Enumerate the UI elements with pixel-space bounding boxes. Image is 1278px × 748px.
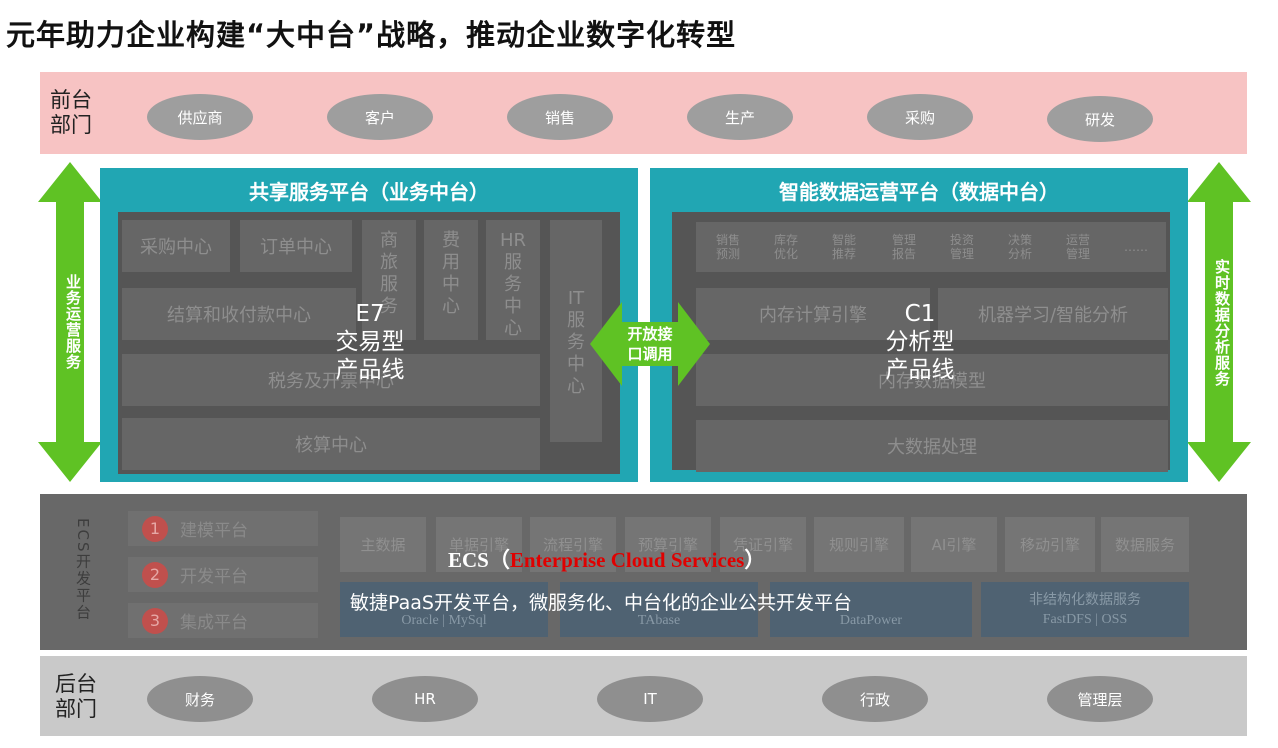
app-operation-management: 运营 管理 <box>1065 233 1090 261</box>
machine-learning: 机器学习/智能分析 <box>938 288 1168 340</box>
ecs-headline: ECS（Enterprise Cloud Services） <box>448 544 848 574</box>
open-api-label: 开放接 口调用 <box>627 325 673 363</box>
back-item-hr: HR <box>372 676 478 722</box>
engine-mobile: 移动引擎 <box>1005 517 1095 572</box>
accounting-center: 核算中心 <box>122 418 540 470</box>
realtime-analysis-label: 实时数据分析服务 <box>1213 259 1231 387</box>
app-inventory-optimization: 库存 优化 <box>773 233 798 261</box>
ecs-headline-suffix: ） <box>744 548 766 572</box>
app-smart-recommend: 智能 推荐 <box>831 233 856 261</box>
modeling-platform-label: 建模平台 <box>180 521 248 541</box>
engine-ai: AI引擎 <box>911 517 997 572</box>
number-badge: 3 <box>142 607 168 634</box>
hr-service-center: HR 服 务 中 心 <box>486 220 540 340</box>
number-badge: 2 <box>142 561 168 588</box>
app-decision-analysis: 决策 分析 <box>1007 233 1032 261</box>
c1-product-line: C1 分析型 产品线 <box>885 301 955 383</box>
development-platform-label: 开发平台 <box>180 567 248 587</box>
unstructured-sub: FastDFS | OSS <box>1042 611 1128 627</box>
back-item-admin: 行政 <box>822 676 928 722</box>
big-data-processing: 大数据处理 <box>696 420 1168 472</box>
ecs-side-label: ECS开发平台 <box>74 518 92 622</box>
ecs-subheadline: 敏捷PaaS开发平台，微服务化、中台化的企业公共开发平台 <box>350 592 852 614</box>
back-item-finance: 财务 <box>147 676 253 722</box>
unstructured-data-service: 非结构化数据服务 FastDFS | OSS <box>981 582 1189 637</box>
integration-platform-label: 集成平台 <box>180 613 248 633</box>
development-platform: 2 开发平台 <box>128 557 318 592</box>
number-badge: 1 <box>142 515 168 542</box>
unstructured-title: 非结构化数据服务 <box>1029 591 1141 608</box>
ecs-headline-red: Enterprise Cloud Services <box>509 548 745 572</box>
front-item-supplier: 供应商 <box>147 94 253 140</box>
front-item-procurement: 采购 <box>867 94 973 140</box>
back-item-management: 管理层 <box>1047 676 1153 722</box>
page-title: 元年助力企业构建“大中台”战略，推动企业数字化转型 <box>6 18 737 52</box>
app-more: …… <box>1124 240 1148 254</box>
app-sales-forecast: 销售 预测 <box>715 233 740 261</box>
app-management-report: 管理 报告 <box>891 233 916 261</box>
engine-master-data: 主数据 <box>340 517 426 572</box>
business-platform-title: 共享服务平台（业务中台） <box>249 180 489 204</box>
integration-platform: 3 集成平台 <box>128 603 318 638</box>
front-item-customer: 客户 <box>327 94 433 140</box>
expense-center: 费 用 中 心 <box>424 220 478 340</box>
modeling-platform: 1 建模平台 <box>128 511 318 546</box>
app-investment-management: 投资 管理 <box>949 233 974 261</box>
front-item-production: 生产 <box>687 94 793 140</box>
engine-data-service: 数据服务 <box>1101 517 1189 572</box>
ecs-headline-prefix: ECS（ <box>448 548 510 572</box>
ecs-side-label-wrap: ECS开发平台 <box>73 518 94 638</box>
business-ops-label: 业务运营服务 <box>64 274 82 370</box>
data-platform-title: 智能数据运营平台（数据中台） <box>779 180 1059 204</box>
front-office-label: 前台 部门 <box>50 88 92 137</box>
back-office-label: 后台 部门 <box>55 672 97 721</box>
back-item-it: IT <box>597 676 703 722</box>
front-item-sales: 销售 <box>507 94 613 140</box>
e7-product-line: E7 交易型 产品线 <box>335 301 405 383</box>
front-item-rnd: 研发 <box>1047 96 1153 142</box>
order-center: 订单中心 <box>240 220 352 272</box>
purchase-center: 采购中心 <box>122 220 230 272</box>
